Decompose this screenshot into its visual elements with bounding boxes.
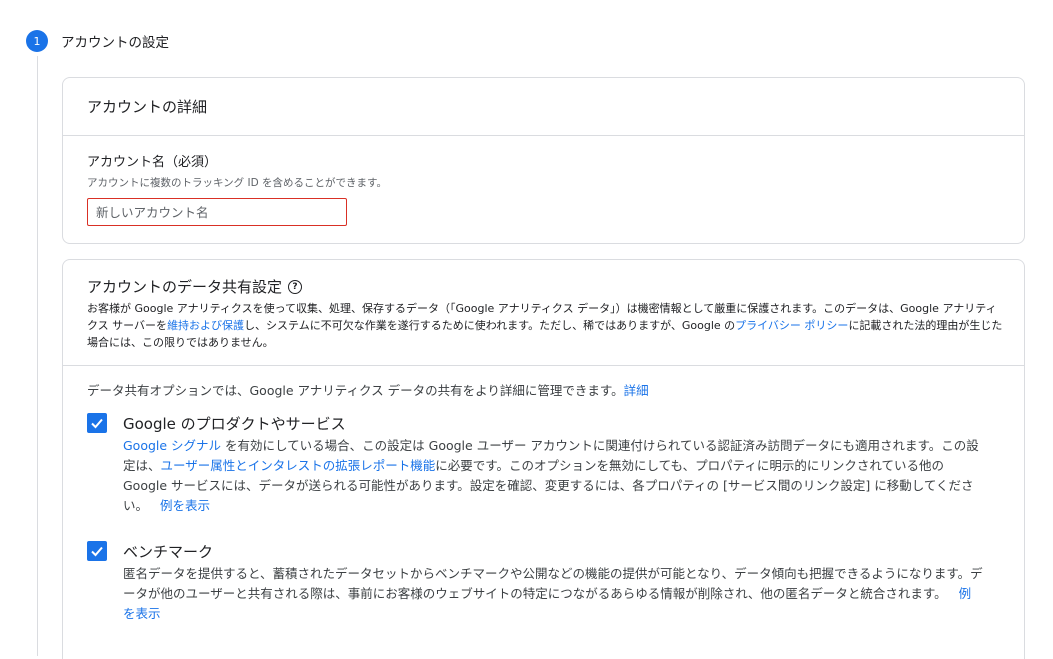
google-products-example-link[interactable]: 例を表示 xyxy=(160,498,210,513)
step-connector-line xyxy=(37,56,38,656)
step-header: 1 アカウントの設定 xyxy=(26,29,169,53)
data-sharing-heading: アカウントのデータ共有設定 xyxy=(87,278,283,296)
account-name-help: アカウントに複数のトラッキング ID を含めることができます。 xyxy=(87,177,387,189)
google-products-title: Google のプロダクトやサービス xyxy=(123,415,346,433)
benchmarking-checkbox[interactable] xyxy=(87,541,107,561)
privacy-policy-link[interactable]: プライバシー ポリシー xyxy=(735,319,848,332)
demographics-reports-link[interactable]: ユーザー属性とインタレストの拡張レポート機能 xyxy=(161,458,436,473)
benchmarking-desc-1: 匿名データを提供すると、蓄積されたデータセットからベンチマークや公開などの機能の… xyxy=(123,566,983,601)
step-title: アカウントの設定 xyxy=(61,35,169,51)
google-signals-link[interactable]: Google シグナル xyxy=(123,438,221,453)
data-sharing-header: アカウントのデータ共有設定 ? お客様が Google アナリティクスを使って収… xyxy=(63,260,1024,366)
account-name-label: アカウント名（必須） xyxy=(87,155,218,170)
google-products-checkbox[interactable] xyxy=(87,413,107,433)
learn-more-link[interactable]: 詳細 xyxy=(624,383,649,398)
question-icon[interactable]: ? xyxy=(288,279,303,294)
maintain-protect-link[interactable]: 維持および保護 xyxy=(167,319,244,332)
desc-text-2: し、システムに不可欠な作業を遂行するために使われます。ただし、稀ではありますが、… xyxy=(244,319,736,332)
benchmarking-title: ベンチマーク xyxy=(123,543,214,561)
account-name-input[interactable] xyxy=(87,198,347,226)
checkmark-icon xyxy=(91,418,103,429)
benchmarking-description: 匿名データを提供すると、蓄積されたデータセットからベンチマークや公開などの機能の… xyxy=(123,564,983,624)
account-details-header: アカウントの詳細 xyxy=(63,78,1024,136)
google-products-description: Google シグナル を有効にしている場合、この設定は Google ユーザー… xyxy=(123,436,983,516)
data-sharing-description: お客様が Google アナリティクスを使って収集、処理、保存するデータ（「Go… xyxy=(87,300,1007,351)
data-sharing-heading-row: アカウントのデータ共有設定 ? xyxy=(87,276,303,297)
sharing-intro: データ共有オプションでは、Google アナリティクス データの共有をより詳細に… xyxy=(87,380,649,399)
step-number-badge: 1 xyxy=(26,30,48,52)
checkmark-icon xyxy=(91,546,103,557)
account-details-heading: アカウントの詳細 xyxy=(87,98,208,116)
account-details-card: アカウントの詳細 アカウント名（必須） アカウントに複数のトラッキング ID を… xyxy=(62,77,1025,244)
sharing-intro-text: データ共有オプションでは、Google アナリティクス データの共有をより詳細に… xyxy=(87,383,624,398)
data-sharing-card: アカウントのデータ共有設定 ? お客様が Google アナリティクスを使って収… xyxy=(62,259,1025,659)
